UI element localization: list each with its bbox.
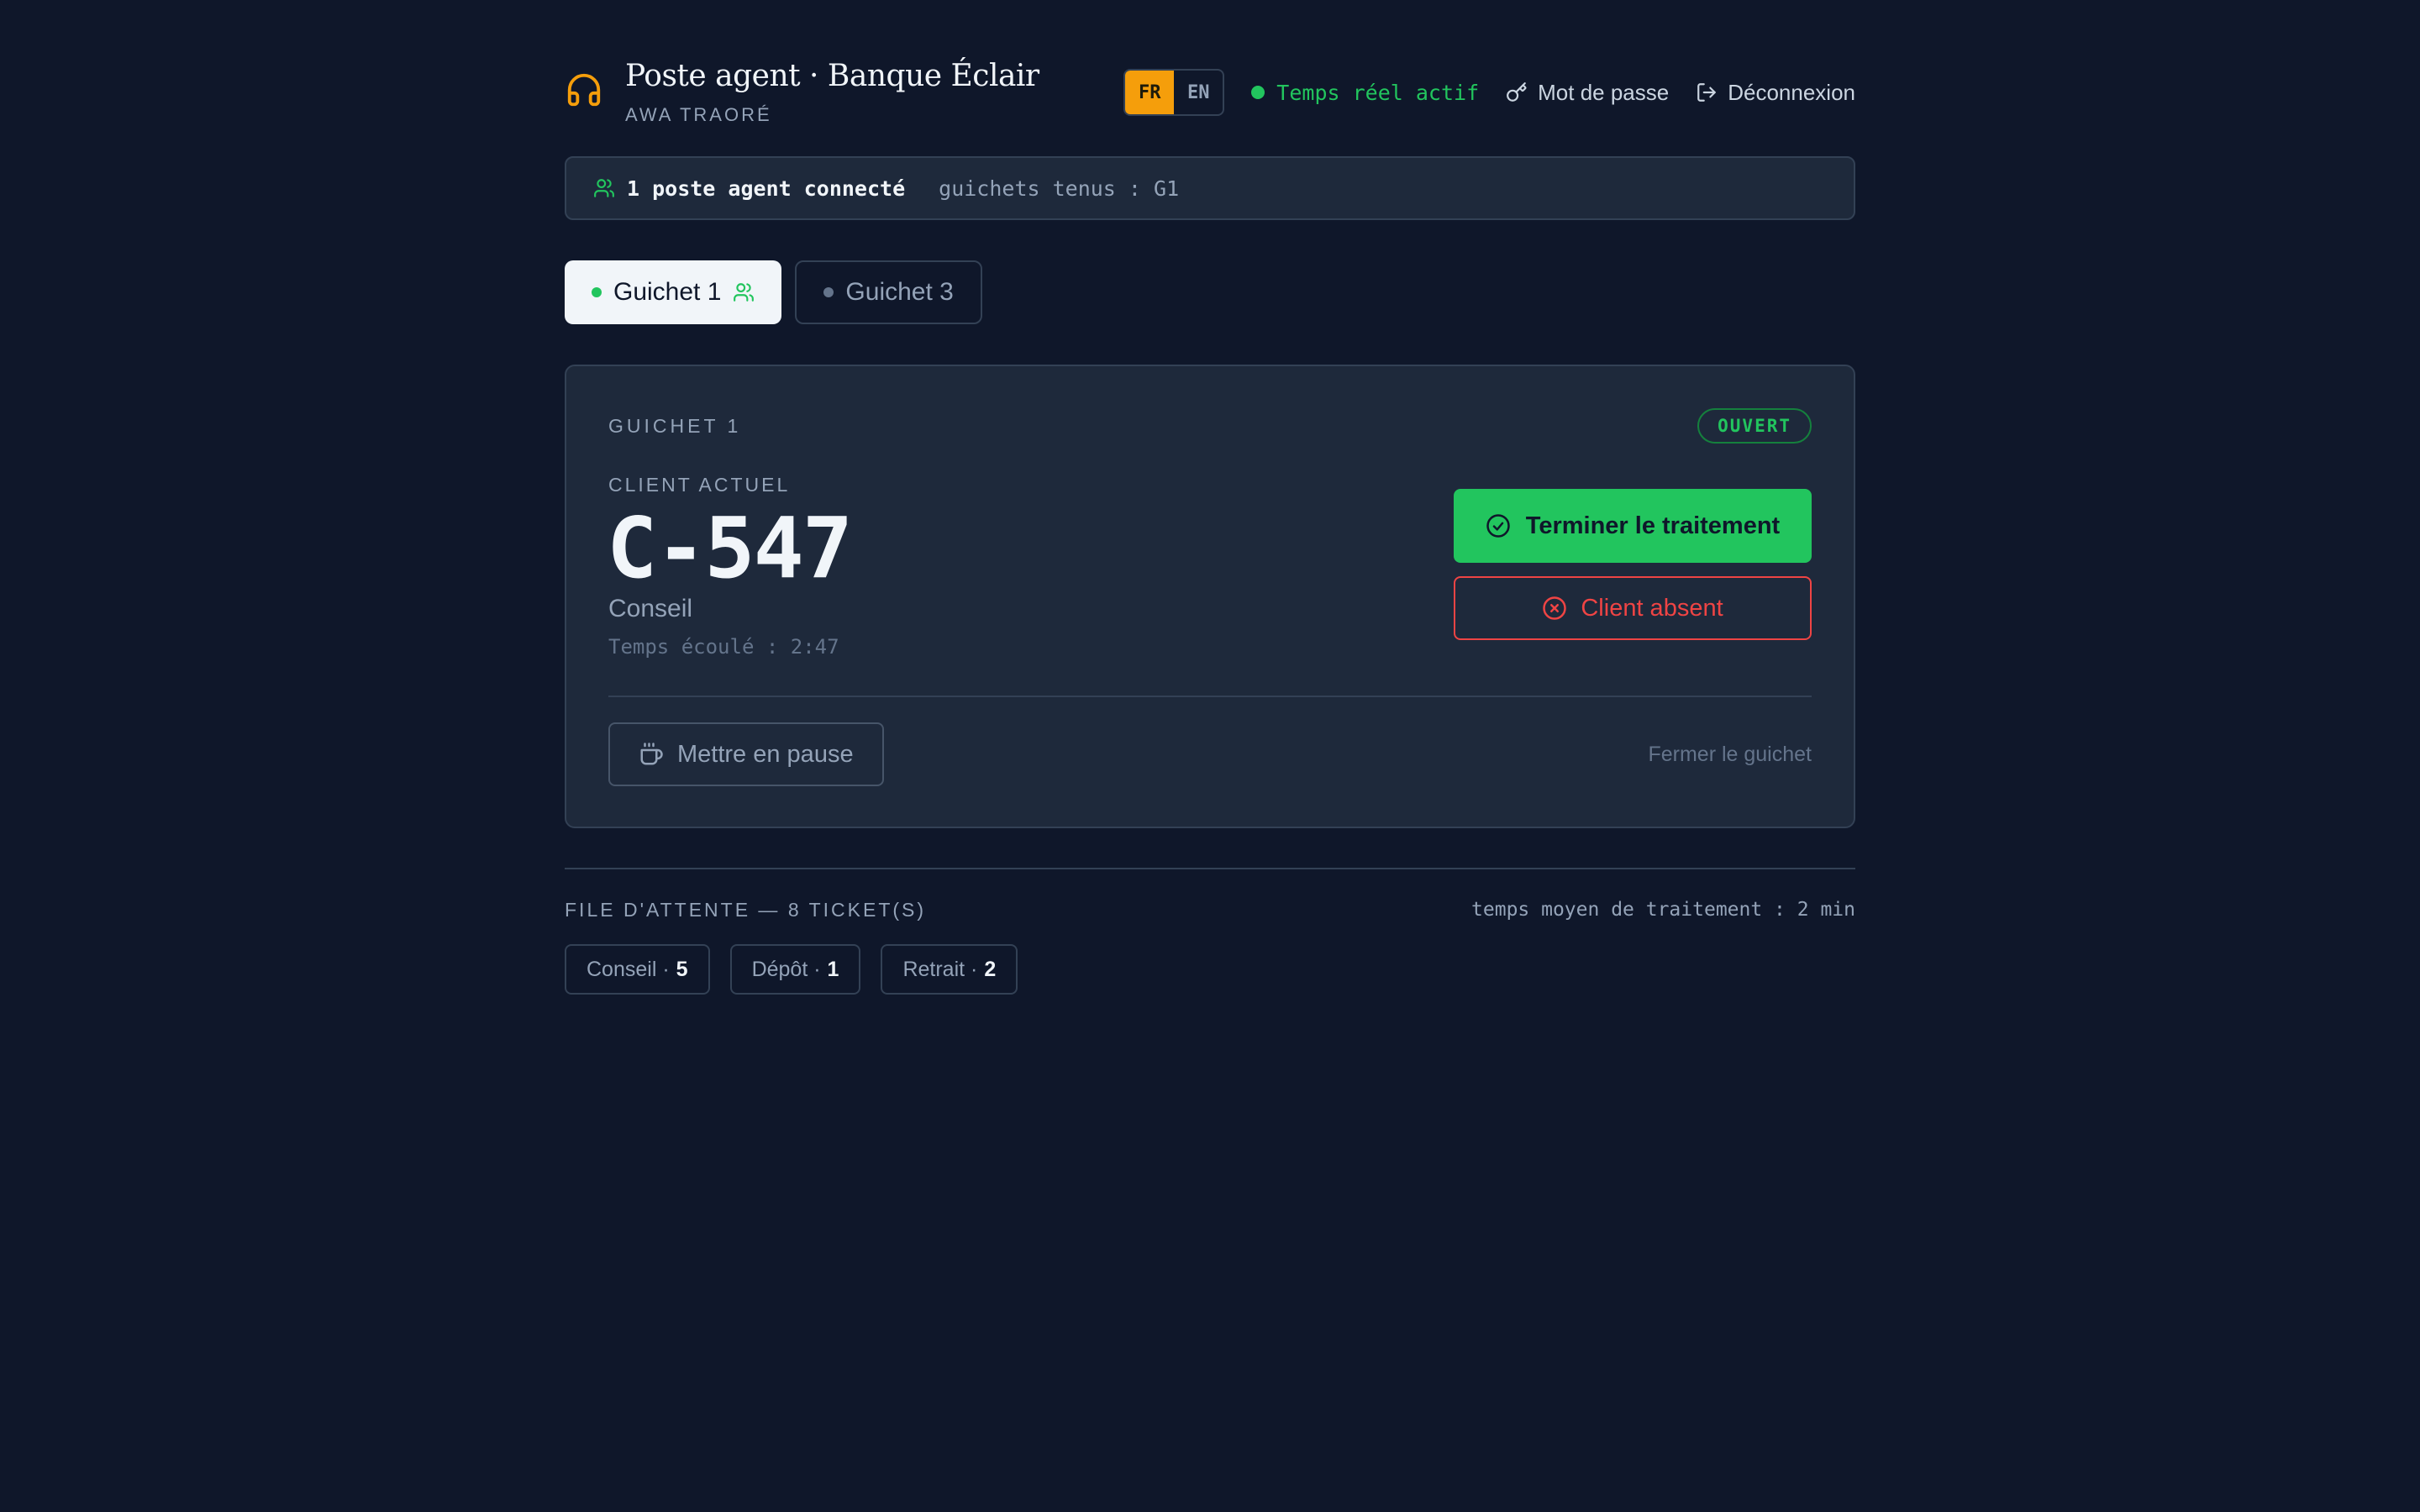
finish-treatment-button[interactable]: Terminer le traitement xyxy=(1454,489,1812,563)
queue-title: FILE D'ATTENTE — 8 TICKET(S) xyxy=(565,899,927,921)
header: Poste agent · Banque Éclair AWA TRAORÉ F… xyxy=(565,59,1855,129)
finish-treatment-label: Terminer le traitement xyxy=(1525,512,1781,539)
status-dot-icon xyxy=(823,287,834,297)
queue-chip-retrait: Retrait · 2 xyxy=(881,944,1018,995)
ticket-number: C-547 xyxy=(607,499,853,597)
live-status-label: Temps réel actif xyxy=(1276,80,1480,105)
lang-fr-button[interactable]: FR xyxy=(1125,71,1175,114)
counter-card: GUICHET 1 OUVERT CLIENT ACTUEL C-547 Con… xyxy=(565,365,1855,828)
logout-icon xyxy=(1697,83,1717,102)
chip-count: 1 xyxy=(827,957,839,981)
connected-count: 1 poste agent connecté xyxy=(627,176,906,201)
queue-divider xyxy=(565,868,1855,869)
logout-link-label: Déconnexion xyxy=(1728,79,1855,105)
chip-count: 5 xyxy=(676,957,688,981)
counter-tabs: Guichet 1 Guichet 3 xyxy=(565,260,982,324)
coffee-icon xyxy=(640,743,663,765)
pause-label: Mettre en pause xyxy=(677,740,854,768)
agent-name: AWA TRAORÉ xyxy=(625,104,772,125)
ticket-service: Conseil xyxy=(608,595,693,622)
page-title: Poste agent · Banque Éclair xyxy=(625,59,1039,93)
headset-icon xyxy=(567,73,601,107)
queue-chips: Conseil · 5 Dépôt · 1 Retrait · 2 xyxy=(565,944,1018,995)
client-absent-button[interactable]: Client absent xyxy=(1454,576,1812,640)
queue-chip-conseil: Conseil · 5 xyxy=(565,944,710,995)
tab-guichet-3[interactable]: Guichet 3 xyxy=(795,260,982,324)
close-counter-link[interactable]: Fermer le guichet xyxy=(1648,743,1812,767)
elapsed-time: Temps écoulé : 2:47 xyxy=(608,635,839,659)
chip-count: 2 xyxy=(984,957,997,981)
tab-guichet-1[interactable]: Guichet 1 xyxy=(565,260,782,324)
status-badge: OUVERT xyxy=(1697,408,1812,444)
language-switcher: FR EN xyxy=(1123,69,1225,116)
tab-label: Guichet 1 xyxy=(613,278,722,306)
chip-label: Retrait · xyxy=(902,957,978,981)
pause-button[interactable]: Mettre en pause xyxy=(608,722,884,786)
held-counters: guichets tenus : G1 xyxy=(939,176,1180,201)
counter-label: GUICHET 1 xyxy=(608,415,742,437)
current-client-label: CLIENT ACTUEL xyxy=(608,474,791,496)
check-circle-icon xyxy=(1486,514,1510,538)
password-link-label: Mot de passe xyxy=(1538,79,1670,105)
chip-label: Conseil · xyxy=(587,957,670,981)
tab-label: Guichet 3 xyxy=(845,278,954,306)
header-actions: FR EN Temps réel actif Mot de passe Déco… xyxy=(1123,69,1855,116)
x-circle-icon xyxy=(1543,596,1567,620)
presence-bar: 1 poste agent connecté guichets tenus : … xyxy=(565,156,1855,220)
divider xyxy=(608,696,1812,697)
logout-link[interactable]: Déconnexion xyxy=(1696,80,1855,106)
queue-average-time: temps moyen de traitement : 2 min xyxy=(1471,899,1855,921)
chip-label: Dépôt · xyxy=(751,957,821,981)
live-status: Temps réel actif xyxy=(1251,81,1479,105)
client-absent-label: Client absent xyxy=(1581,594,1723,622)
live-dot-icon xyxy=(1251,86,1265,99)
status-dot-icon xyxy=(592,287,602,297)
password-link[interactable]: Mot de passe xyxy=(1506,80,1669,106)
queue-chip-depot: Dépôt · 1 xyxy=(729,944,861,995)
users-icon xyxy=(594,179,614,197)
key-icon xyxy=(1507,82,1527,102)
users-icon xyxy=(734,283,755,302)
lang-en-button[interactable]: EN xyxy=(1174,71,1223,114)
